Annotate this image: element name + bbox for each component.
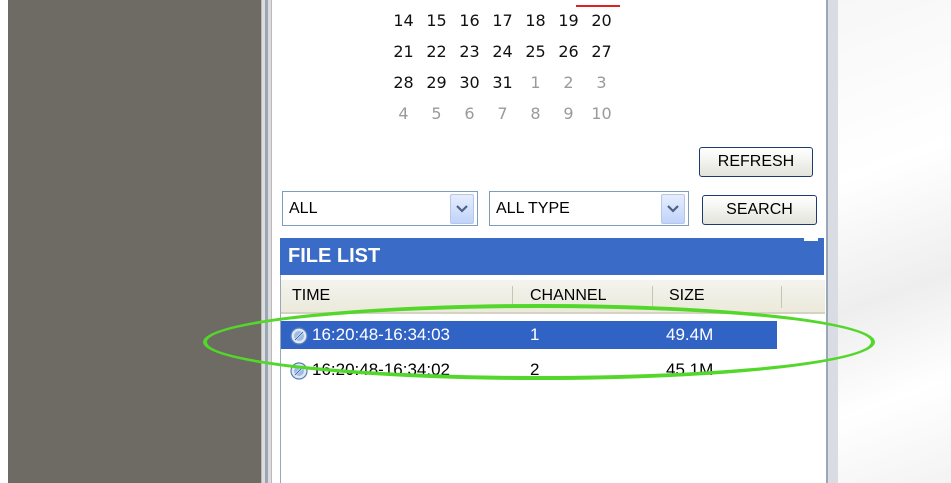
row-channel: 1 xyxy=(530,325,540,344)
column-separator[interactable] xyxy=(781,286,782,308)
file-list-row[interactable]: 16:20:48-16:34:03 1 49.4M xyxy=(281,321,777,349)
calendar-day[interactable]: 7 xyxy=(486,102,519,126)
calendar-day[interactable]: 15 xyxy=(420,9,453,33)
calendar-day[interactable]: 9 xyxy=(552,102,585,126)
file-list-row[interactable]: 16:20:48-16:34:02 2 45.1M xyxy=(281,356,777,384)
video-file-icon xyxy=(290,361,308,380)
calendar-day[interactable]: 2 xyxy=(552,71,585,95)
calendar-day[interactable]: 20 xyxy=(585,9,618,33)
calendar-day[interactable]: 29 xyxy=(420,71,453,95)
calendar-day[interactable]: 18 xyxy=(519,9,552,33)
row-size: 45.1M xyxy=(666,360,714,379)
calendar-day[interactable]: 10 xyxy=(585,102,618,126)
minimize-icon[interactable] xyxy=(804,236,818,241)
type-select[interactable]: ALL TYPE xyxy=(489,191,689,226)
calendar-day[interactable]: 6 xyxy=(453,102,486,126)
column-channel[interactable]: CHANNEL xyxy=(530,280,606,312)
refresh-button[interactable]: REFRESH xyxy=(699,147,813,177)
column-time[interactable]: TIME xyxy=(292,280,330,312)
channel-select-value: ALL xyxy=(289,199,318,217)
calendar-day[interactable]: 8 xyxy=(519,102,552,126)
row-size: 49.4M xyxy=(666,325,714,344)
splitter-line xyxy=(265,0,268,483)
calendar-day[interactable]: 28 xyxy=(387,71,420,95)
file-list: TIME CHANNEL SIZE 16:20:48-16:34:03 1 49… xyxy=(280,275,825,483)
splitter-bar[interactable] xyxy=(261,0,272,483)
calendar-day[interactable]: 3 xyxy=(585,71,618,95)
calendar-day[interactable]: 19 xyxy=(552,9,585,33)
calendar-day[interactable]: 31 xyxy=(486,71,519,95)
chevron-down-icon[interactable] xyxy=(450,193,474,224)
column-separator[interactable] xyxy=(652,286,653,308)
calendar-day[interactable]: 4 xyxy=(387,102,420,126)
calendar-day[interactable]: 30 xyxy=(453,71,486,95)
file-list-column-header: TIME CHANNEL SIZE xyxy=(281,280,825,314)
playback-panel: 14 15 16 17 18 19 20 21 22 23 24 25 26 27 28 29 30 31 1 2… xyxy=(272,0,826,483)
chevron-down-icon[interactable] xyxy=(661,193,685,224)
calendar-day[interactable]: 22 xyxy=(420,40,453,64)
left-edge xyxy=(0,0,8,483)
row-time: 16:20:48-16:34:03 xyxy=(312,325,451,344)
calendar-day[interactable]: 14 xyxy=(387,9,420,33)
calendar-day[interactable]: 27 xyxy=(585,40,618,64)
file-list-title: FILE LIST xyxy=(288,245,381,267)
calendar-day[interactable]: 5 xyxy=(420,102,453,126)
row-channel: 2 xyxy=(530,360,540,379)
column-separator[interactable] xyxy=(512,286,513,308)
calendar-week-row: 28 29 30 31 1 2 3 xyxy=(387,71,618,95)
calendar-day[interactable]: 24 xyxy=(486,40,519,64)
calendar-day[interactable]: 21 xyxy=(387,40,420,64)
calendar-day[interactable]: 23 xyxy=(453,40,486,64)
calendar-week-row: 4 5 6 7 8 9 10 xyxy=(387,102,618,126)
calendar-day[interactable]: 17 xyxy=(486,9,519,33)
calendar-day[interactable]: 16 xyxy=(453,9,486,33)
row-time: 16:20:48-16:34:02 xyxy=(312,360,451,379)
channel-select[interactable]: ALL xyxy=(282,191,478,226)
calendar-day[interactable]: 25 xyxy=(519,40,552,64)
left-pane xyxy=(0,0,261,483)
video-file-icon xyxy=(290,326,308,345)
file-list-header: FILE LIST xyxy=(280,236,824,275)
type-select-value: ALL TYPE xyxy=(496,199,570,217)
today-marker xyxy=(576,5,620,7)
right-window-frame xyxy=(826,0,838,483)
calendar-week-row: 14 15 16 17 18 19 20 xyxy=(387,9,618,33)
calendar-day[interactable]: 26 xyxy=(552,40,585,64)
search-button[interactable]: SEARCH xyxy=(702,195,817,225)
calendar-week-row: 21 22 23 24 25 26 27 xyxy=(387,40,618,64)
column-size[interactable]: SIZE xyxy=(669,280,705,312)
calendar-day[interactable]: 1 xyxy=(519,71,552,95)
desktop-background xyxy=(838,0,951,483)
